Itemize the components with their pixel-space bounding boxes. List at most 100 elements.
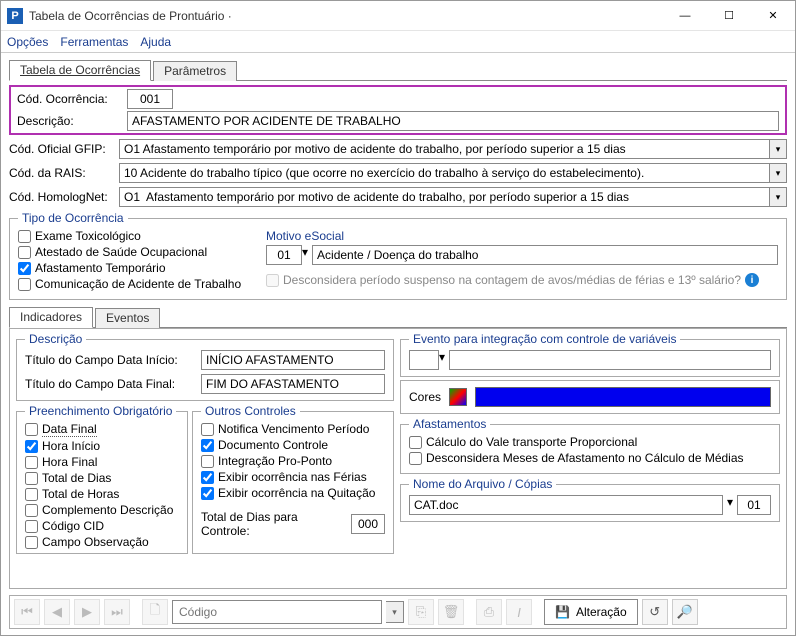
check-doc-controle[interactable]: Documento Controle [201,438,385,452]
legend-afast: Afastamentos [409,417,490,431]
check-exame-tox[interactable]: Exame Toxicológico [18,229,258,243]
check-hora-inicio[interactable]: Hora Início [25,439,179,453]
label-titulo-data-inicio: Título do Campo Data Início: [25,353,195,367]
check-desconsidera-periodo: Desconsidera período suspenso na contage… [266,273,778,287]
sub-tabstrip: Indicadores Eventos [9,306,787,328]
input-cod-rais[interactable] [119,163,769,183]
nav-first-button[interactable]: ⏮ [14,599,40,625]
nav-last-button[interactable]: ⏭ [104,599,130,625]
input-cod-homolognet[interactable] [119,187,769,207]
check-hora-final[interactable]: Hora Final [25,455,179,469]
content: Tabela de Ocorrências Parâmetros Cód. Oc… [1,53,795,593]
label-cores: Cores [409,390,441,404]
check-notifica-venc[interactable]: Notifica Vencimento Período [201,422,385,436]
chevron-down-icon[interactable]: ▾ [769,187,787,207]
group-evento-integracao: Evento para integração com controle de v… [400,332,780,377]
legend-preench: Preenchimento Obrigatório [25,404,176,418]
indicadores-panel: Descrição Título do Campo Data Início: T… [9,328,787,589]
minimize-button[interactable]: — [663,1,707,31]
group-cores: Cores [400,380,780,414]
check-cat[interactable]: Comunicação de Acidente de Trabalho [18,277,258,291]
group-nome-arquivo: Nome do Arquivo / Cópias ▾ [400,477,780,522]
copy-button[interactable]: ⎘ [408,599,434,625]
label-descricao: Descrição: [17,114,121,128]
input-evento-desc[interactable] [449,350,771,370]
check-total-dias[interactable]: Total de Dias [25,471,179,485]
chevron-down-icon[interactable]: ▾ [769,163,787,183]
input-motivo-code[interactable] [266,245,302,265]
menu-opcoes[interactable]: Opções [7,35,48,49]
label-cod-ocorrencia: Cód. Ocorrência: [17,92,121,106]
search-input[interactable] [177,604,377,620]
input-total-dias-controle[interactable] [351,514,385,534]
check-campo-obs[interactable]: Campo Observação [25,535,179,549]
italic-button[interactable]: I [506,599,532,625]
check-desc-meses[interactable]: Desconsidera Meses de Afastamento no Cál… [409,451,771,465]
check-exibir-ferias[interactable]: Exibir ocorrência nas Férias [201,470,385,484]
label-motivo-esocial: Motivo eSocial [266,229,778,243]
tab-parametros[interactable]: Parâmetros [153,61,237,81]
find-button[interactable]: 🔎 [672,599,698,625]
input-titulo-data-final[interactable] [201,374,385,394]
undo-button[interactable]: ↺ [642,599,668,625]
chevron-down-icon[interactable]: ▾ [439,350,445,370]
maximize-button[interactable]: ☐ [707,1,751,31]
app-icon: P [7,8,23,24]
combo-cod-gfip[interactable]: ▾ [119,139,787,159]
print-button[interactable]: ⎙ [476,599,502,625]
window: P Tabela de Ocorrências de Prontuário · … [0,0,796,636]
label-cod-rais: Cód. da RAIS: [9,166,113,180]
combo-cod-homolognet[interactable]: ▾ [119,187,787,207]
check-codigo-cid[interactable]: Código CID [25,519,179,533]
menu-ajuda[interactable]: Ajuda [140,35,171,49]
input-cod-ocorrencia[interactable] [127,89,173,109]
label-total-dias-controle: Total de Dias para Controle: [201,510,345,538]
label-cod-gfip: Cód. Oficial GFIP: [9,142,113,156]
close-button[interactable]: ✕ [751,1,795,31]
check-integra-proponto[interactable]: Integração Pro-Ponto [201,454,385,468]
input-evento-code[interactable] [409,350,439,370]
check-atestado[interactable]: Atestado de Saúde Ocupacional [18,245,258,259]
input-motivo-desc[interactable] [312,245,778,265]
mode-label: Alteração [576,605,627,619]
legend-descricao: Descrição [25,332,86,346]
input-copias[interactable] [737,495,771,515]
group-descricao: Descrição Título do Campo Data Início: T… [16,332,394,401]
new-record-button[interactable]: 🗋 [142,599,168,625]
chevron-down-icon[interactable]: ▾ [302,245,308,265]
chevron-down-icon[interactable]: ▾ [769,139,787,159]
delete-button[interactable]: 🗑 [438,599,464,625]
tab-indicadores[interactable]: Indicadores [9,307,93,328]
check-total-horas[interactable]: Total de Horas [25,487,179,501]
group-outros-controles: Outros Controles Notifica Vencimento Per… [192,404,394,554]
search-box[interactable] [172,600,382,624]
nav-next-button[interactable]: ▶ [74,599,100,625]
palette-icon[interactable] [449,388,467,406]
input-nome-arquivo[interactable] [409,495,723,515]
input-cod-gfip[interactable] [119,139,769,159]
input-descricao[interactable] [127,111,779,131]
highlight-box: Cód. Ocorrência: Descrição: [9,85,787,135]
check-exibir-quitacao[interactable]: Exibir ocorrência na Quitação [201,486,385,500]
group-afastamentos: Afastamentos Cálculo do Vale transporte … [400,417,780,474]
chevron-down-icon[interactable]: ▾ [727,495,733,515]
info-icon[interactable]: i [745,273,759,287]
legend-outros: Outros Controles [201,404,300,418]
chevron-down-icon[interactable]: ▾ [386,601,404,623]
check-data-final[interactable]: Data Final [25,422,179,437]
check-calc-vale[interactable]: Cálculo do Vale transporte Proporcional [409,435,771,449]
check-afast-temp[interactable]: Afastamento Temporário [18,261,258,275]
nav-prev-button[interactable]: ◀ [44,599,70,625]
input-titulo-data-inicio[interactable] [201,350,385,370]
group-preenchimento: Preenchimento Obrigatório Data Final Hor… [16,404,188,554]
mode-button[interactable]: 💾 Alteração [544,599,638,625]
group-tipo-ocorrencia: Tipo de Ocorrência Exame Toxicológico At… [9,211,787,300]
bottom-toolbar: ⏮ ◀ ▶ ⏭ 🗋 ▾ ⎘ 🗑 ⎙ I 💾 Alteração ↺ 🔎 [9,595,787,629]
tab-tabela-ocorrencias[interactable]: Tabela de Ocorrências [9,60,151,81]
tab-eventos[interactable]: Eventos [95,308,160,328]
combo-cod-rais[interactable]: ▾ [119,163,787,183]
menu-ferramentas[interactable]: Ferramentas [60,35,128,49]
label-titulo-data-final: Título do Campo Data Final: [25,377,195,391]
color-preview [475,387,771,407]
check-compl-desc[interactable]: Complemento Descrição [25,503,179,517]
